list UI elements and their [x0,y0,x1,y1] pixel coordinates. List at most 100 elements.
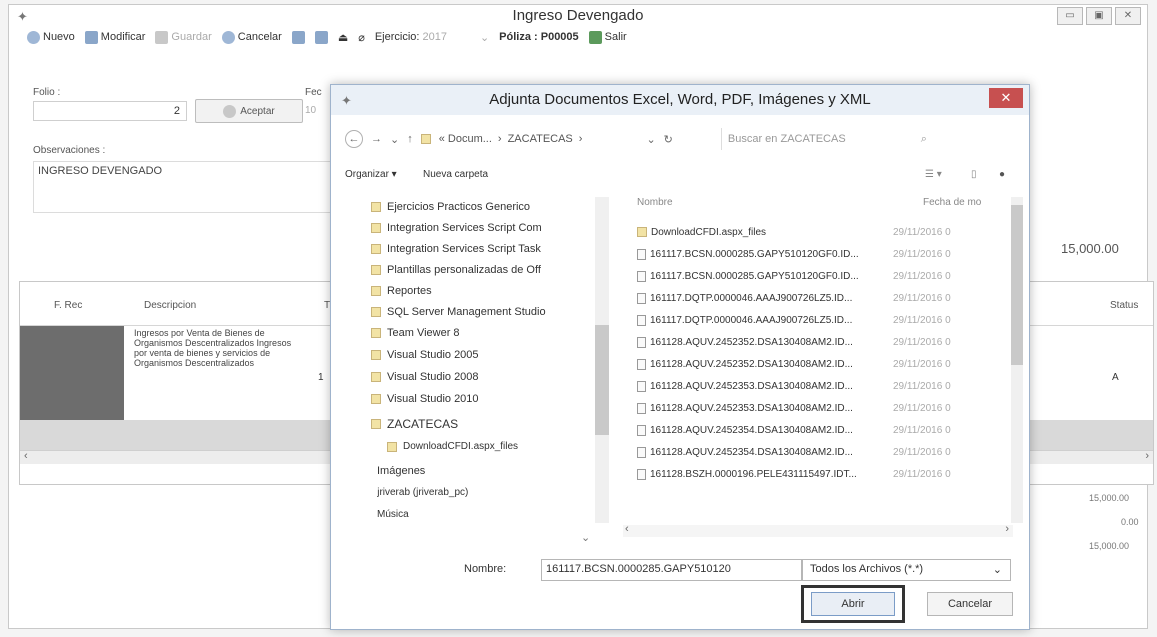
help-icon[interactable]: ● [999,169,1005,180]
observaciones-field[interactable]: INGRESO DEVENGADO [33,161,367,213]
file-row[interactable]: 161117.BCSN.0000285.GAPY510120GF0.ID... 2… [623,265,1005,287]
file-name: DownloadCFDI.aspx_files [651,226,767,238]
col-descripcion[interactable]: Descripcion [144,300,196,311]
file-row[interactable]: DownloadCFDI.aspx_files 29/11/2016 0 [623,221,1005,243]
tree-item-zacatecas[interactable]: ZACATECAS [371,417,458,431]
aceptar-button[interactable]: Aceptar [195,99,303,123]
tree-item[interactable]: Música [371,509,409,520]
breadcrumb-sep: › [497,133,502,145]
file-row[interactable]: 161128.AQUV.2452353.DSA130408AM2.ID... 29… [623,397,1005,419]
organizar-button[interactable]: Organizar ▾ [345,169,397,180]
scroll-right-icon[interactable]: › [1005,523,1009,535]
address-bar: ← → ⌄ ↑ « Docum... › ZACATECAS › ⌄ ↻ Bus… [345,127,1017,151]
col-status[interactable]: Status [1110,300,1138,311]
nueva-carpeta-button[interactable]: Nueva carpeta [423,169,488,180]
file-name: 161128.AQUV.2452352.DSA130408AM2.ID... [650,336,853,348]
file-row[interactable]: 161128.AQUV.2452352.DSA130408AM2.ID... 29… [623,353,1005,375]
back-icon[interactable]: ← [345,130,363,148]
maximize-button[interactable]: ▣ [1086,7,1112,25]
file-list-hscrollbar[interactable]: ‹ › [623,523,1013,537]
path-dropdown-icon[interactable]: ⌄ [646,133,655,146]
excel-button[interactable] [314,30,328,44]
guardar-button[interactable]: Guardar [155,30,212,44]
file-row[interactable]: 161128.AQUV.2452354.DSA130408AM2.ID... 29… [623,419,1005,441]
new-icon [27,30,40,44]
file-row[interactable]: 161128.AQUV.2452354.DSA130408AM2.ID... 29… [623,441,1005,463]
tree-scrollbar-thumb[interactable] [595,325,609,435]
tree-item[interactable]: Visual Studio 2005 [371,349,479,361]
title-bar: ✦ Ingreso Devengado ▭ ▣ ✕ [9,5,1147,27]
file-date: 29/11/2016 0 [893,424,951,436]
breadcrumb[interactable]: « Docum... › ZACATECAS › [439,133,583,145]
file-row[interactable]: 161128.BSZH.0000196.PELE431115497.IDT...… [623,463,1005,485]
guardar-label: Guardar [171,31,212,43]
close-button[interactable]: ✕ [1115,7,1141,25]
lock-button[interactable]: ⏏ [338,31,348,44]
abrir-button[interactable]: Abrir [811,592,895,616]
attach-button[interactable]: ⌀ [358,31,365,44]
dialog-cancel-button[interactable]: Cancelar [927,592,1013,616]
file-name: 161128.AQUV.2452352.DSA130408AM2.ID... [650,358,853,370]
folder-icon [371,265,381,275]
fecha-value: 10 [305,105,317,116]
tree-item[interactable]: Integration Services Script Task [371,243,541,255]
file-row[interactable]: 161117.DQTP.0000046.AAAJ900726LZ5.ID... 2… [623,309,1005,331]
salir-button[interactable]: Salir [588,30,627,44]
col-fecha[interactable]: Fecha de mo [923,197,981,208]
file-row[interactable]: 161128.AQUV.2452352.DSA130408AM2.ID... 29… [623,331,1005,353]
scroll-left-icon[interactable]: ‹ [24,450,28,462]
fecha-label: Fec [305,87,322,98]
scroll-left-icon[interactable]: ‹ [625,523,629,535]
file-row-selected[interactable]: 161117.BCSN.0000285.GAPY510120GF0.ID... 2… [623,243,1005,265]
tree-item[interactable]: ☺jriverab (jriverab_pc) [371,487,468,498]
row-status[interactable]: A [1112,372,1119,383]
modificar-button[interactable]: Modificar [84,30,145,44]
scroll-right-icon[interactable]: › [1145,450,1149,462]
nuevo-button[interactable]: Nuevo [27,30,75,44]
tree-item[interactable]: Visual Studio 2008 [371,371,479,383]
tree-item[interactable]: Team Viewer 8 [371,327,460,339]
forward-icon[interactable]: → [371,133,382,145]
file-row[interactable]: 161128.AQUV.2452353.DSA130408AM2.ID... 29… [623,375,1005,397]
pdf-file-icon [637,402,646,414]
file-list-scrollbar-thumb[interactable] [1011,205,1023,365]
breadcrumb-item[interactable]: « Docum... [439,133,492,145]
refresh-icon[interactable]: ↻ [664,133,673,146]
view-options-icon[interactable]: ☰ ▾ [925,169,942,180]
file-row[interactable]: 161117.DQTP.0000046.AAAJ900726LZ5.ID... 2… [623,287,1005,309]
xml-file-icon [637,292,646,304]
tree-item[interactable]: Integration Services Script Com [371,222,542,234]
tree-item[interactable]: Plantillas personalizadas de Off [371,264,541,276]
file-type-select[interactable]: Todos los Archivos (*.*) ⌄ [801,559,1011,581]
chevron-down-icon[interactable]: ⌄ [390,133,399,146]
xml-file-icon [637,248,646,260]
cancelar-button[interactable]: Cancelar [221,30,282,44]
tree-item-label: Imágenes [377,465,426,477]
row-t[interactable]: 1 [318,372,324,383]
selected-row-cell[interactable] [20,326,124,420]
tree-item[interactable]: Visual Studio 2010 [371,393,479,405]
tree-item[interactable]: Imágenes [371,465,425,477]
observaciones-label: Observaciones : [33,145,106,156]
print-button[interactable] [291,30,305,44]
preview-pane-icon[interactable]: ▯ [971,169,977,180]
col-f-rec[interactable]: F. Rec [54,300,82,311]
ejercicio-field[interactable]: Ejercicio: 2017 ⌄ [375,31,489,44]
dialog-close-button[interactable]: ✕ [989,88,1023,108]
folder-icon [371,286,381,296]
search-input[interactable]: Buscar en ZACATECAS ⌕ [720,128,933,150]
tree-scroll-down-icon[interactable]: ⌄ [581,531,590,544]
tree-item-label: Ejercicios Practicos Generico [387,201,531,213]
filename-input[interactable]: 161117.BCSN.0000285.GAPY510120 [541,559,803,581]
tree-item[interactable]: Ejercicios Practicos Generico [371,201,530,213]
breadcrumb-item[interactable]: ZACATECAS [508,133,573,145]
row-descripcion[interactable]: Ingresos por Venta de Bienes de Organism… [134,328,304,368]
col-nombre[interactable]: Nombre [637,197,673,208]
up-icon[interactable]: ↑ [407,133,413,145]
folio-input[interactable]: 2 [33,101,187,121]
tree-item[interactable]: DownloadCFDI.aspx_files [387,441,518,452]
tree-item[interactable]: SQL Server Management Studio [371,306,546,318]
minimize-button[interactable]: ▭ [1057,7,1083,25]
tree-item[interactable]: Reportes [371,285,432,297]
accept-icon [223,104,237,118]
